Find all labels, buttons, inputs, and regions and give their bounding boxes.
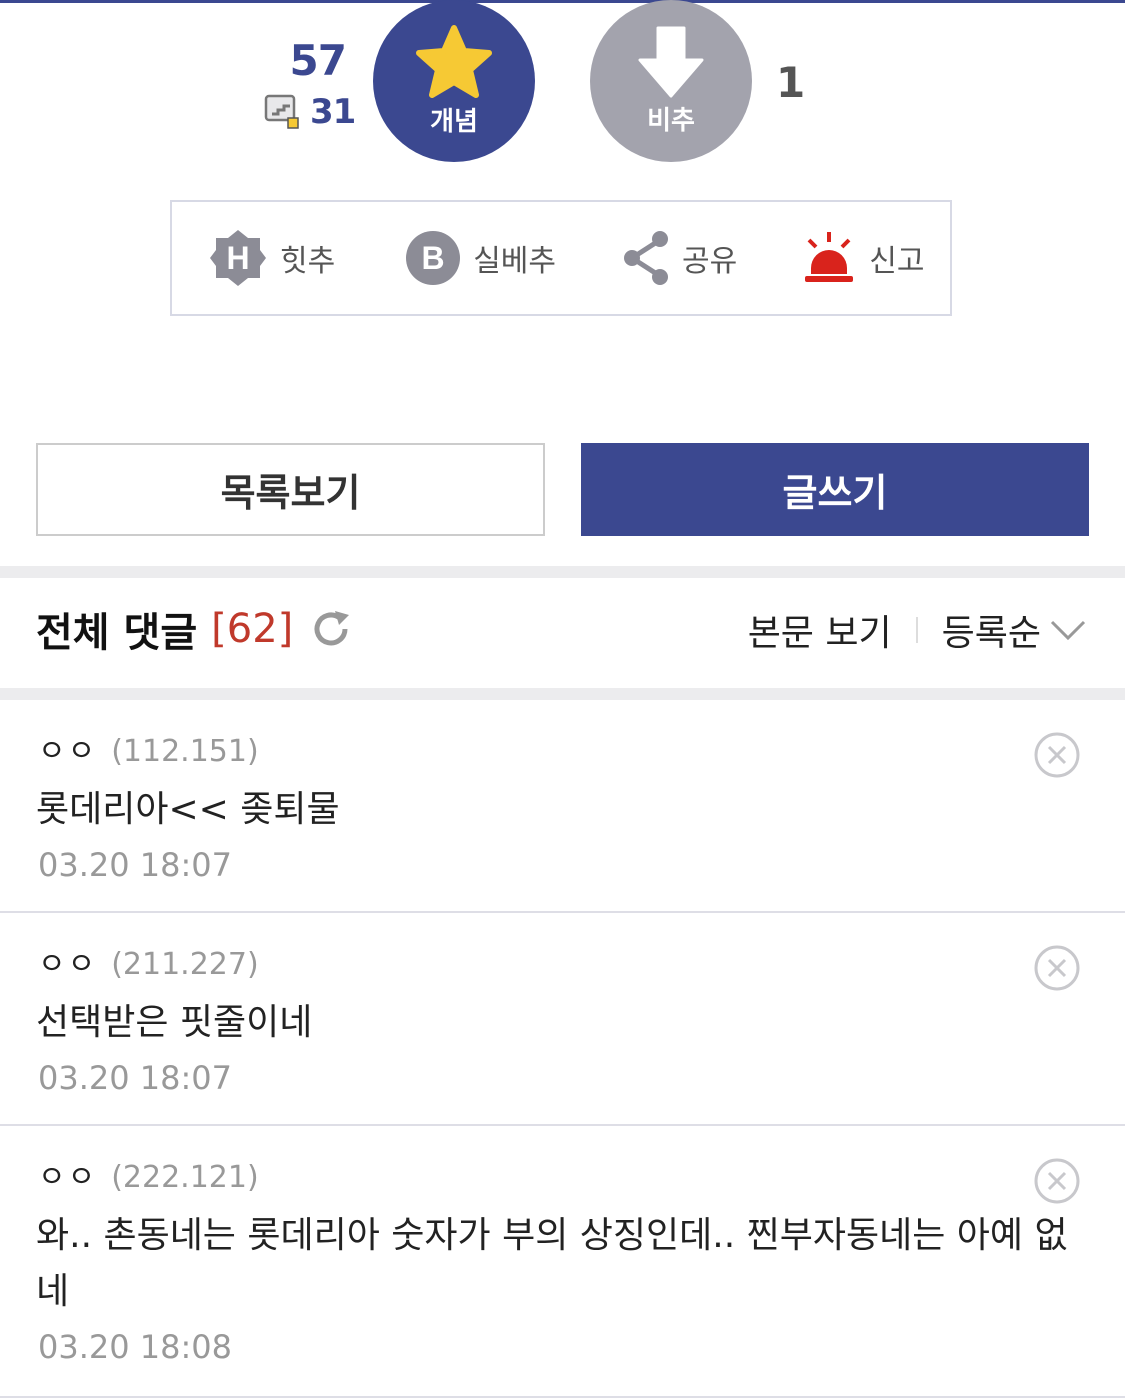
sort-dropdown[interactable]: 등록순: [942, 604, 1087, 656]
divider-bar: [915, 617, 918, 643]
share-icon: [624, 231, 669, 285]
comment-meta: ㅇㅇ (211.227): [38, 939, 259, 983]
downvote-button[interactable]: 비추: [590, 0, 752, 162]
comment-author[interactable]: ㅇㅇ: [38, 939, 97, 983]
comment-text: 와.. 촌동네는 롯데리아 숫자가 부의 상징인데.. 찐부자동네는 아예 없네: [36, 1215, 1068, 1312]
report-button[interactable]: 신고: [801, 230, 924, 286]
comment-text: 롯데리아<< 좆퇴물: [36, 789, 340, 830]
comments-controls: 본문 보기 등록순: [748, 604, 1087, 656]
comments-title: 전체 댓글: [36, 610, 198, 656]
hit-icon: H: [210, 230, 266, 286]
comment-text: 선택받은 핏줄이네: [36, 1002, 313, 1043]
delete-icon[interactable]: [1033, 944, 1081, 992]
comment-item: ㅇㅇ (112.151) 롯데리아<< 좆퇴물 03.20 18:07: [0, 700, 1125, 913]
delete-icon[interactable]: [1033, 731, 1081, 779]
svg-text:H: H: [226, 240, 249, 276]
upvote-label: 개념: [430, 106, 478, 137]
comment-date: 03.20 18:07: [38, 846, 232, 884]
fixed-user-icon: [264, 94, 299, 129]
downvote-label: 비추: [647, 105, 695, 136]
section-divider: [0, 688, 1125, 700]
hit-recommend-label: 힛추: [280, 244, 336, 279]
share-label: 공유: [682, 244, 738, 279]
top-accent-line: [0, 0, 1125, 3]
refresh-icon[interactable]: [309, 607, 353, 651]
arrow-down-icon: [638, 26, 704, 97]
comments-header: 전체 댓글 [62]: [36, 600, 353, 658]
comment-date: 03.20 18:08: [38, 1328, 232, 1366]
comment-meta: ㅇㅇ (112.151): [38, 726, 259, 770]
comments-count: [62]: [211, 606, 294, 652]
best-icon: B: [406, 231, 461, 285]
share-button[interactable]: 공유: [622, 230, 737, 286]
list-view-button[interactable]: 목록보기: [36, 443, 545, 536]
hit-recommend-button[interactable]: H 힛추: [208, 228, 335, 288]
delete-icon[interactable]: [1033, 1157, 1081, 1205]
comment-ip: (222.121): [111, 1160, 259, 1195]
downvote-count: 1: [776, 58, 806, 107]
comment-meta: ㅇㅇ (222.121): [38, 1152, 259, 1196]
comment-date: 03.20 18:07: [38, 1059, 232, 1097]
comment-ip: (211.227): [111, 947, 259, 982]
view-body-link[interactable]: 본문 보기: [748, 604, 892, 656]
write-button[interactable]: 글쓰기: [581, 443, 1089, 536]
comment-author[interactable]: ㅇㅇ: [38, 1152, 97, 1196]
siren-icon: [805, 232, 854, 282]
upvote-button[interactable]: 개념: [373, 0, 535, 162]
chevron-down-icon: [1050, 620, 1086, 641]
comment-ip: (112.151): [111, 734, 259, 769]
star-icon: [416, 24, 492, 98]
fixed-upvote-count: 31: [310, 92, 356, 132]
fixed-upvote-row: 31: [262, 90, 356, 134]
comment-author[interactable]: ㅇㅇ: [38, 726, 97, 770]
svg-text:B: B: [422, 240, 445, 276]
section-divider: [0, 566, 1125, 578]
best-recommend-label: 실베추: [473, 244, 557, 279]
sort-label: 등록순: [941, 613, 1041, 654]
comment-item: ㅇㅇ (211.227) 선택받은 핏줄이네 03.20 18:07: [0, 913, 1125, 1126]
report-label: 신고: [869, 244, 925, 279]
comment-item: ㅇㅇ (222.121) 와.. 촌동네는 롯데리아 숫자가 부의 상징인데..…: [0, 1126, 1125, 1398]
upvote-count: 57: [289, 36, 347, 85]
best-recommend-button[interactable]: B 실베추: [405, 230, 556, 286]
post-action-box: H 힛추 B 실베추 공유 신고: [170, 200, 952, 316]
